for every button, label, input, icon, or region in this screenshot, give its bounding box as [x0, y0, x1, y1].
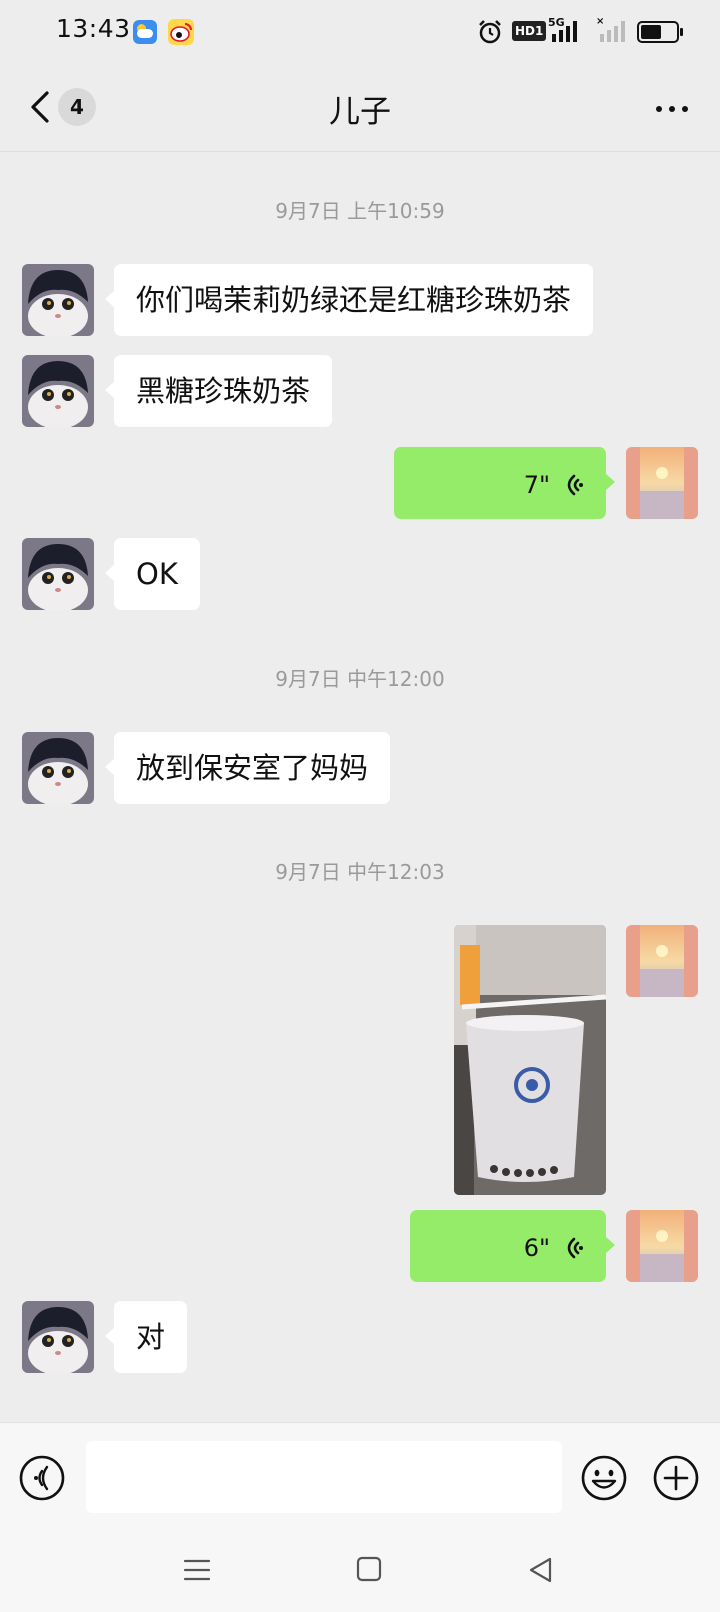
message-row: 你们喝茉莉奶绿还是红糖珍珠奶茶: [0, 264, 720, 336]
voice-duration: 7": [523, 471, 550, 499]
signal-icon: ×: [596, 16, 625, 42]
message-bubble[interactable]: 你们喝茉莉奶绿还是红糖珍珠奶茶: [104, 264, 594, 336]
message-row: 6": [0, 1210, 720, 1282]
weibo-icon: [168, 19, 194, 45]
message-timestamp: 9月7日 中午12:03: [275, 860, 445, 884]
message-bubble[interactable]: 放到保安室了妈妈: [104, 732, 391, 804]
my-avatar[interactable]: [626, 447, 698, 519]
voice-duration: 6": [523, 1234, 550, 1262]
status-bar: 13:43 HD1 5G ×: [0, 0, 720, 64]
status-time: 13:43: [56, 14, 131, 43]
voice-mode-icon[interactable]: [18, 1454, 66, 1502]
message-row: 7": [0, 447, 720, 519]
contact-avatar[interactable]: [22, 538, 94, 610]
chat-header: 4 儿子: [0, 64, 720, 152]
contact-avatar[interactable]: [22, 355, 94, 427]
battery-icon: [637, 21, 683, 43]
hd-icon: HD1: [512, 21, 547, 41]
menu-icon[interactable]: [183, 1558, 211, 1582]
emoji-icon[interactable]: [580, 1454, 628, 1502]
message-timestamp: 9月7日 上午10:59: [275, 199, 445, 223]
message-row: OK: [0, 538, 720, 610]
message-row: 黑糖珍珠奶茶: [0, 355, 720, 427]
chat-title: 儿子: [329, 94, 391, 130]
system-navigation-bar: [0, 1530, 720, 1612]
message-row: 对: [0, 1301, 720, 1373]
contact-avatar[interactable]: [22, 264, 94, 336]
my-avatar[interactable]: [626, 1210, 698, 1282]
contact-avatar[interactable]: [22, 732, 94, 804]
more-icon[interactable]: [652, 90, 692, 126]
svg-text:5G: 5G: [548, 16, 565, 29]
my-avatar[interactable]: [626, 925, 698, 997]
message-input[interactable]: [86, 1441, 562, 1513]
image-message[interactable]: [454, 925, 606, 1195]
message-row: [0, 925, 720, 1195]
message-bubble[interactable]: OK: [105, 538, 200, 610]
home-icon[interactable]: [356, 1556, 382, 1582]
svg-text:×: ×: [596, 16, 604, 27]
input-bar: [0, 1422, 720, 1530]
voice-message-bubble[interactable]: 6": [410, 1210, 615, 1282]
back-icon[interactable]: [528, 1556, 554, 1584]
weather-icon: [133, 20, 157, 44]
message-timestamp: 9月7日 中午12:00: [275, 667, 445, 691]
contact-avatar[interactable]: [22, 1301, 94, 1373]
plus-icon[interactable]: [652, 1454, 700, 1502]
voice-wave-icon: [567, 474, 583, 496]
message-bubble[interactable]: 黑糖珍珠奶茶: [104, 355, 333, 427]
5g-signal-icon: 5G: [548, 16, 577, 42]
message-bubble[interactable]: 对: [104, 1301, 188, 1373]
voice-wave-icon: [567, 1237, 583, 1259]
message-row: 放到保安室了妈妈: [0, 732, 720, 804]
alarm-icon: [479, 20, 501, 44]
chat-area[interactable]: 9月7日 上午10:59 你们喝茉莉奶绿还是红糖珍珠奶茶 黑糖珍珠奶茶 7" O…: [0, 152, 720, 1422]
voice-message-bubble[interactable]: 7": [394, 447, 615, 519]
